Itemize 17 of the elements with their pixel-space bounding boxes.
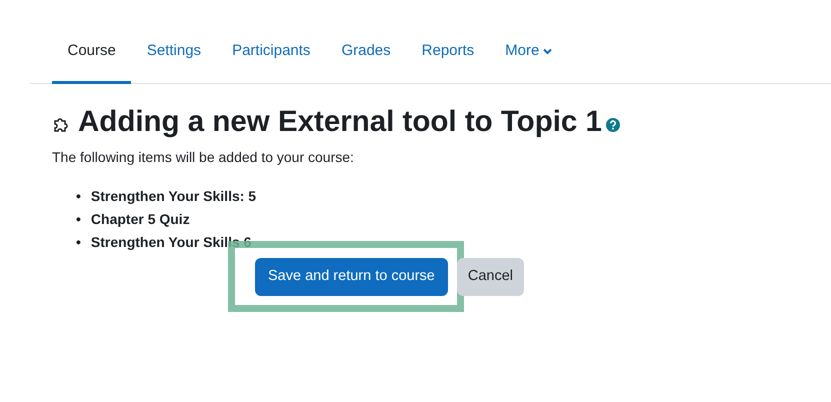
nav-tab[interactable]: Participants [216,32,326,84]
list-item: Chapter 5 Quiz [90,210,190,229]
nav-tab[interactable]: Grades [326,32,406,84]
intro-text: The following items will be added to your course: [52,148,355,167]
list-item: Strengthen Your Skills: 5 [90,186,256,206]
bullet: • [76,232,81,252]
help-icon[interactable] [606,118,620,132]
nav-tab[interactable]: More [490,32,568,84]
page-heading: Adding a new External tool to Topic 1 [78,104,602,139]
bullet: • [76,186,81,206]
bullet: • [76,210,81,229]
nav-tab[interactable]: Settings [131,32,217,84]
puzzle-icon [52,116,70,134]
save-button[interactable]: Save and return to course [255,258,448,296]
cancel-button[interactable]: Cancel [456,258,524,296]
nav-tab[interactable]: Course [52,32,132,84]
nav-tab[interactable]: Reports [406,32,490,84]
